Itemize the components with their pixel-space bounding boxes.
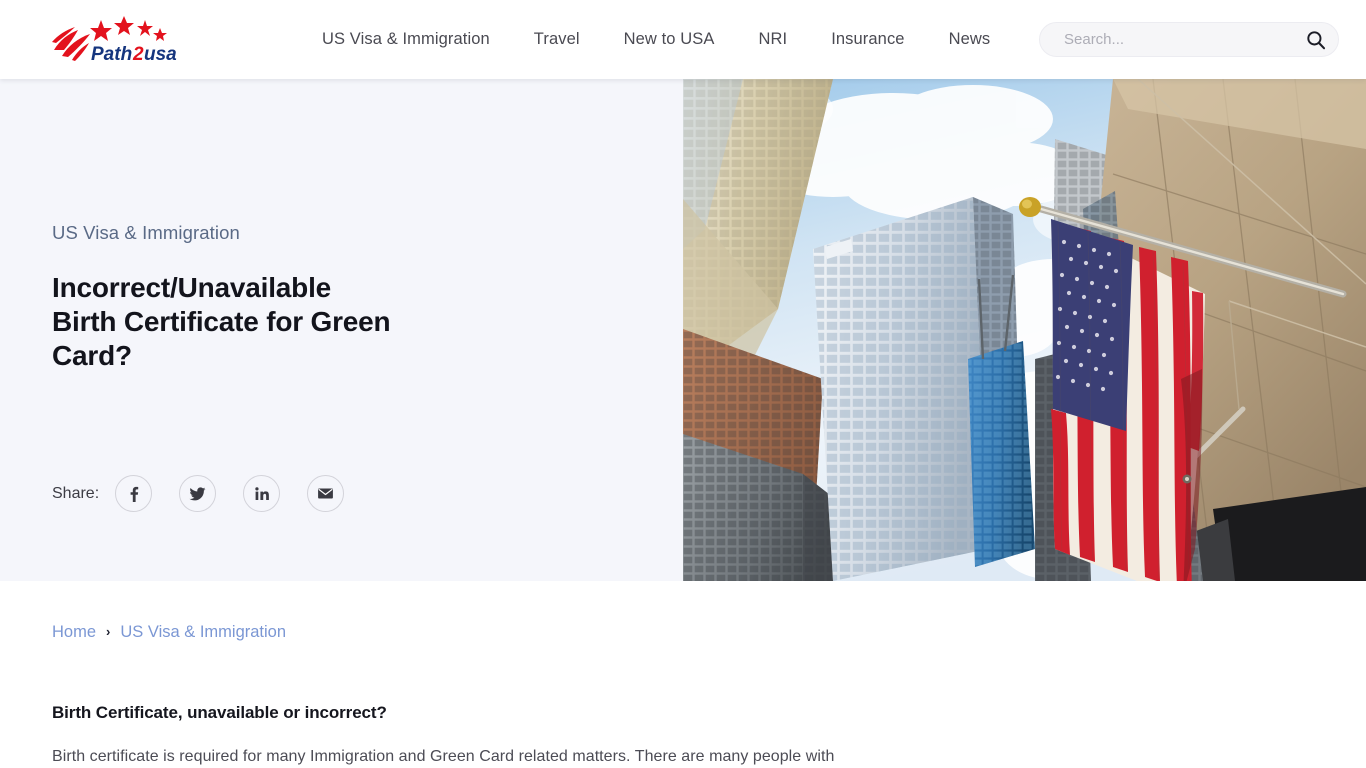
article-paragraph: Birth certificate is required for many I… bbox=[52, 748, 835, 765]
share-linkedin-button[interactable] bbox=[243, 475, 281, 512]
linkedin-icon bbox=[254, 486, 269, 500]
twitter-icon bbox=[189, 487, 206, 501]
share-email-button[interactable] bbox=[307, 475, 345, 512]
svg-text:Path: Path bbox=[91, 44, 132, 65]
hero-image bbox=[683, 79, 1366, 581]
breadcrumb-item-home[interactable]: Home bbox=[52, 623, 96, 642]
page-root: Path 2 usa US Visa & Immigration Travel … bbox=[0, 0, 1366, 768]
nav-item-news[interactable]: News bbox=[927, 30, 1013, 49]
envelope-icon bbox=[318, 488, 334, 499]
search-icon[interactable] bbox=[1294, 30, 1338, 50]
share-facebook-button[interactable] bbox=[115, 475, 153, 512]
share-row: Share: bbox=[52, 475, 345, 512]
breadcrumb: Home › US Visa & Immigration bbox=[52, 623, 286, 642]
nav-item-new-to-usa[interactable]: New to USA bbox=[602, 30, 737, 49]
nav-item-us-visa-immigration[interactable]: US Visa & Immigration bbox=[300, 30, 512, 49]
page-title: Incorrect/Unavailable Birth Certificate … bbox=[52, 272, 391, 371]
svg-text:usa: usa bbox=[144, 44, 177, 65]
hero-copy: US Visa & Immigration Incorrect/Unavaila… bbox=[52, 222, 472, 373]
chevron-right-icon: › bbox=[106, 624, 111, 639]
site-header: Path 2 usa US Visa & Immigration Travel … bbox=[0, 0, 1366, 79]
search-box[interactable] bbox=[1039, 22, 1339, 57]
hero-section: US Visa & Immigration Incorrect/Unavaila… bbox=[0, 79, 1366, 581]
content-section: Home › US Visa & Immigration Birth Certi… bbox=[0, 581, 1366, 768]
share-twitter-button[interactable] bbox=[179, 475, 217, 512]
nav-item-nri[interactable]: NRI bbox=[737, 30, 810, 49]
search-input[interactable] bbox=[1040, 23, 1294, 56]
main-navigation: US Visa & Immigration Travel New to USA … bbox=[300, 0, 1012, 79]
breadcrumb-item-us-visa-immigration[interactable]: US Visa & Immigration bbox=[120, 623, 286, 642]
site-logo[interactable]: Path 2 usa bbox=[48, 14, 188, 66]
nav-item-insurance[interactable]: Insurance bbox=[809, 30, 926, 49]
share-label: Share: bbox=[52, 484, 100, 502]
facebook-icon bbox=[130, 486, 138, 502]
nav-item-travel[interactable]: Travel bbox=[512, 30, 602, 49]
svg-text:2: 2 bbox=[132, 44, 144, 65]
article-heading: Birth Certificate, unavailable or incorr… bbox=[52, 703, 387, 722]
hero-category: US Visa & Immigration bbox=[52, 222, 240, 243]
